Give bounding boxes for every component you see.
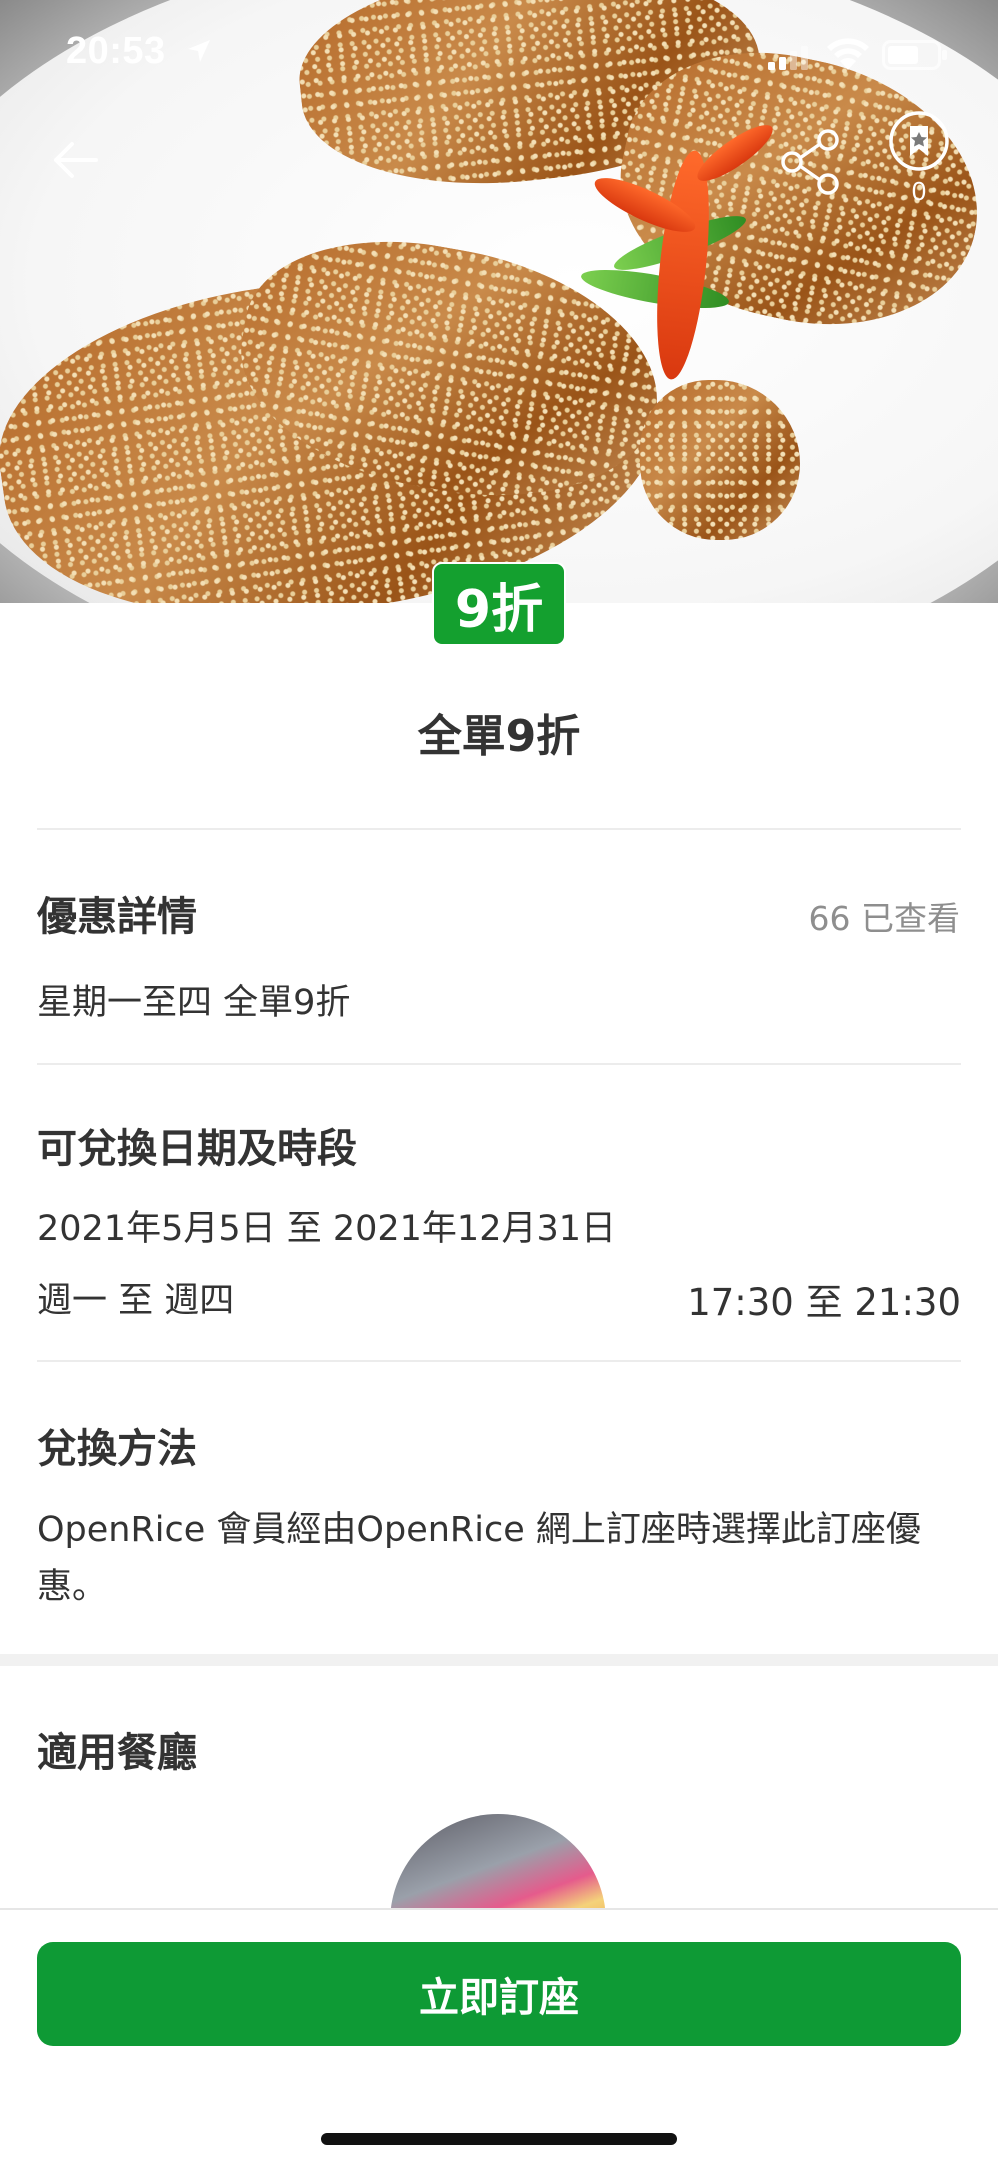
divider [37, 1063, 961, 1065]
wifi-icon [827, 38, 869, 70]
status-time: 20:53 [66, 30, 166, 72]
divider [37, 828, 961, 830]
view-count: 66 已查看 [808, 899, 960, 938]
section-separator [0, 1654, 998, 1666]
bookmark-icon [889, 111, 949, 171]
home-indicator [321, 2133, 677, 2145]
book-now-button[interactable]: 立即訂座 [37, 1942, 961, 2046]
offer-details-text: 星期一至四 全單9折 [37, 983, 351, 1023]
location-arrow-icon [188, 40, 210, 62]
redeem-time-range: 17:30 至 21:30 [687, 1281, 961, 1324]
divider [37, 1360, 961, 1362]
bookmark-count: 0 [911, 176, 927, 206]
discount-badge: 9折 [432, 562, 566, 646]
redeem-method-text: OpenRice 會員經由OpenRice 網上訂座時選擇此訂座優惠。 [37, 1510, 921, 1607]
bookmark-button[interactable]: 0 [886, 110, 952, 210]
cellular-signal-icon [768, 46, 808, 70]
bottom-action-bar: 立即訂座 [0, 1908, 998, 2160]
redeem-days: 週一 至 週四 [37, 1281, 235, 1321]
offer-details-heading: 優惠詳情 [37, 894, 197, 940]
share-icon [781, 129, 839, 195]
redeem-date-range: 2021年5月5日 至 2021年12月31日 [37, 1209, 617, 1249]
share-button[interactable] [778, 128, 846, 196]
applicable-restaurants-heading: 適用餐廳 [37, 1730, 197, 1776]
redeem-period-heading: 可兌換日期及時段 [37, 1126, 357, 1172]
status-bar: 20:53 [0, 0, 998, 110]
redeem-method-heading: 兌換方法 [37, 1426, 197, 1472]
battery-icon [882, 40, 947, 70]
back-button[interactable] [40, 130, 110, 190]
offer-title: 全單9折 [417, 711, 581, 762]
hero-image: 20:53 0 [0, 0, 998, 603]
back-arrow-icon [54, 142, 98, 178]
